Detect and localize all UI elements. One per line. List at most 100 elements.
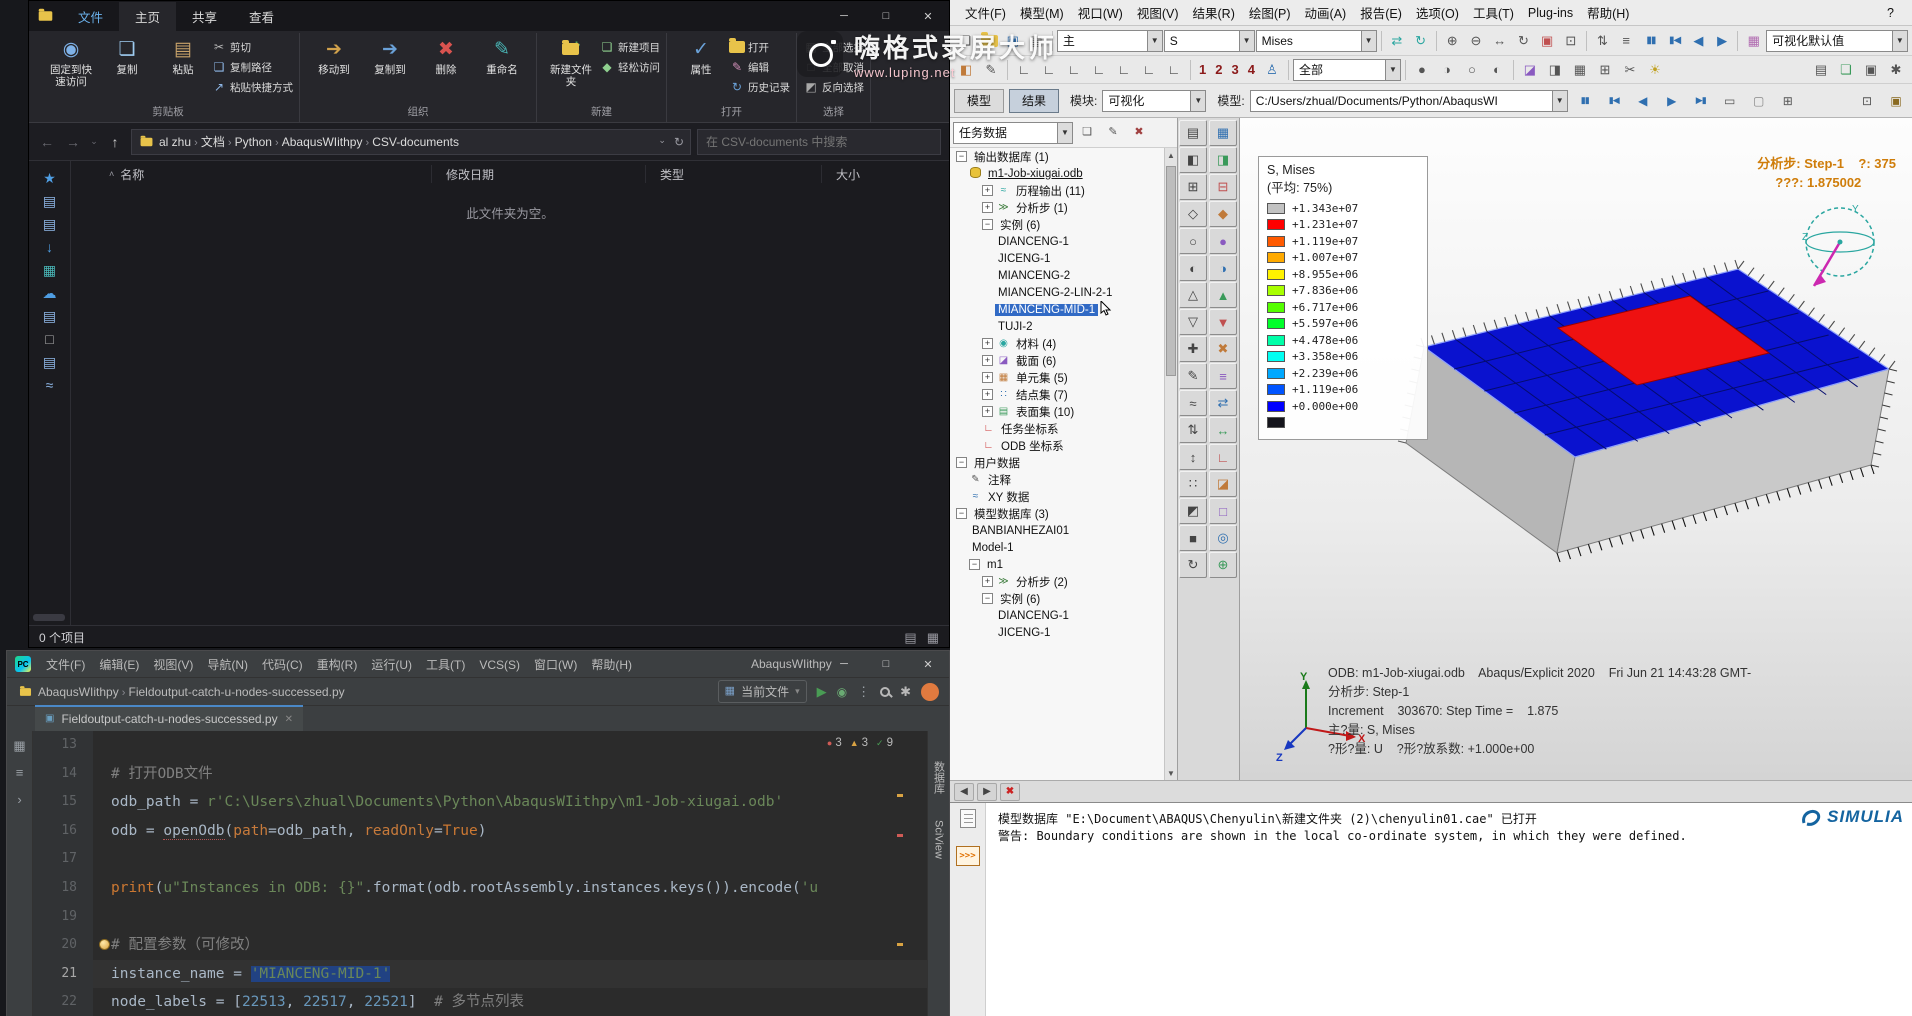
message-log[interactable]: 模型数据库 "E:\Document\ABAQUS\Chenyulin\新建文件… (986, 803, 1912, 1016)
ribbon-button-删除[interactable]: ✖ 删除 (418, 33, 474, 77)
menu-绘图(P)[interactable]: 绘图(P) (1242, 3, 1298, 22)
tree-item[interactable]: m1-Job-xiugai.odb (950, 165, 1177, 182)
tree-filter-combo[interactable]: 任务数据 ▼ (953, 121, 1073, 144)
tile-icon[interactable]: ▦ (1568, 59, 1592, 81)
viewport-icon[interactable]: ⊞ (1776, 90, 1800, 112)
menu-文件(F)[interactable]: 文件(F) (958, 3, 1013, 22)
menu-动画(A)[interactable]: 动画(A) (1298, 3, 1354, 22)
menu-窗口(W)[interactable]: 窗口(W) (527, 658, 584, 672)
toolbox-button-23[interactable]: ⇅ (1179, 417, 1207, 443)
sort-icon[interactable]: ⇅ (1591, 30, 1614, 52)
toolbox-button-4[interactable]: ◨ (1209, 147, 1237, 173)
menu-模型(M)[interactable]: 模型(M) (1013, 3, 1071, 22)
document-icon[interactable]: ▤ (43, 194, 56, 208)
maximize-button[interactable]: □ (865, 649, 907, 679)
camera-icon[interactable]: ▢ (1747, 90, 1771, 112)
collapse-icon[interactable]: − (982, 219, 993, 230)
menu-导航(N)[interactable]: 导航(N) (200, 658, 255, 672)
up-icon[interactable]: ↑ (105, 134, 125, 150)
ribbon-button-新建文件夹[interactable]: ✚ 新建文件夹 (543, 33, 599, 88)
view-compass[interactable]: Y Z (1790, 190, 1886, 313)
tree-item[interactable]: ∟ 任务坐标系 (950, 420, 1177, 437)
toolbox-button-26[interactable]: ∟ (1209, 444, 1237, 470)
first-frame-icon[interactable]: ▮◀ (1663, 30, 1686, 52)
refresh-icon[interactable]: ↻ (1409, 30, 1432, 52)
expand-tool-icon[interactable]: › (17, 793, 21, 806)
toolbox-button-25[interactable]: ↕ (1179, 444, 1207, 470)
ribbon-tab-共享[interactable]: 共享 (176, 2, 233, 31)
toolbox-button-10[interactable]: ● (1209, 228, 1237, 254)
expand-icon[interactable]: + (982, 406, 993, 417)
combo-S[interactable]: S ▼ (1163, 29, 1255, 52)
tree-item[interactable]: + ≫ 分析步 (2) (950, 573, 1177, 590)
breadcrumb-segment[interactable]: al zhu (159, 135, 191, 149)
menu-VCS(S)[interactable]: VCS(S) (472, 658, 527, 672)
ribbon-button-复制[interactable]: ❏ 复制 (99, 33, 155, 77)
tree-item[interactable]: DIANCENG-1 (950, 607, 1177, 624)
view-bottom-icon[interactable]: ∟ (1087, 59, 1111, 81)
menu-帮助(H)[interactable]: 帮助(H) (1580, 3, 1636, 22)
prompt-forward-icon[interactable]: ▶ (977, 782, 997, 801)
view-iso-icon[interactable]: ∟ (1162, 59, 1186, 81)
ribbon-button-打开[interactable]: 打开 (729, 37, 790, 57)
code-editor[interactable]: ● 3 ▲ 3 ✓ 9 13 14 # 打开ODB文件 15 odb_path = r'C:\Us… (33, 731, 927, 1016)
menu-视图(V)[interactable]: 视图(V) (1130, 3, 1186, 22)
light-icon[interactable]: ☀ (1643, 59, 1667, 81)
pause-icon[interactable]: ▮▮ (1640, 30, 1663, 52)
search-input[interactable] (697, 128, 941, 155)
ribbon-button-固定到快速访问[interactable]: ◉ 固定到快速访问 (43, 33, 99, 89)
sync-icon[interactable]: ⇄ (1386, 30, 1409, 52)
pause-icon[interactable]: ▮▮ (1573, 90, 1597, 112)
menu-帮助(H)[interactable]: 帮助(H) (584, 658, 639, 672)
menu-文件(F)[interactable]: 文件(F) (39, 658, 92, 672)
module-combo[interactable]: 可视化 ▼ (1102, 89, 1207, 112)
maximize-button[interactable]: □ (865, 1, 907, 31)
collapse-icon[interactable]: − (956, 508, 967, 519)
combo-可视化默认值[interactable]: 可视化默认值 ▼ (1766, 29, 1908, 52)
breadcrumb-segment[interactable]: Python (235, 135, 272, 149)
create-icon[interactable]: ❏ (1075, 122, 1099, 144)
tree-item[interactable]: + ≈ 历程输出 (11) (950, 182, 1177, 199)
tree-scrollbar[interactable]: ▲ ▼ (1164, 148, 1177, 780)
toolbox-button-29[interactable]: ◩ (1179, 498, 1207, 524)
menu-编辑(E)[interactable]: 编辑(E) (92, 658, 146, 672)
ribbon-button-粘贴快捷方式[interactable]: ↗ 粘贴快捷方式 (211, 77, 293, 97)
ribbon-tab-查看[interactable]: 查看 (233, 2, 290, 31)
combo-全部[interactable]: 全部 ▼ (1292, 58, 1401, 81)
ribbon-button-移动到[interactable]: ➔ 移动到 (306, 33, 362, 77)
play-icon[interactable]: ▶ (1660, 90, 1684, 112)
toolbox-button-11[interactable]: ◐ (1179, 255, 1207, 281)
ribbon-button-重命名[interactable]: ✎ 重命名 (474, 33, 530, 77)
ribbon-button-编辑[interactable]: ✎ 编辑 (729, 57, 790, 77)
tree-item[interactable]: Model-1 (950, 539, 1177, 556)
format-icon[interactable]: ▤ (1809, 59, 1833, 81)
breadcrumb-segment[interactable]: 文档 (201, 135, 225, 149)
tree-item[interactable]: ≈ XY 数据 (950, 488, 1177, 505)
viewport-number-2[interactable]: 2 (1211, 62, 1226, 77)
tree-item[interactable]: BANBIANHEZAI01 (950, 522, 1177, 539)
menu-选项(O)[interactable]: 选项(O) (1409, 3, 1466, 22)
toolbox-button-31[interactable]: ■ (1179, 525, 1207, 551)
tree-item[interactable]: − m1 (950, 556, 1177, 573)
toolbox-button-3[interactable]: ◧ (1179, 147, 1207, 173)
help-icon[interactable]: ? (1877, 6, 1904, 20)
breadcrumb-segment[interactable]: AbaqusWIithpy (38, 685, 119, 699)
toolbox-button-27[interactable]: ∷ (1179, 471, 1207, 497)
toolbox-button-34[interactable]: ⊕ (1209, 552, 1237, 578)
viewport-number-1[interactable]: 1 (1195, 62, 1210, 77)
history-dropdown-icon[interactable]: ⌄ (89, 136, 99, 147)
translucent-icon[interactable]: ◐ (1485, 59, 1509, 81)
close-button[interactable]: ✕ (907, 1, 949, 31)
view-left-icon[interactable]: ∟ (1112, 59, 1136, 81)
wireframe-icon[interactable]: ○ (1460, 59, 1484, 81)
close-button[interactable]: ✕ (907, 649, 949, 679)
cli-icon[interactable]: >>> (955, 846, 980, 866)
ribbon-button-历史记录[interactable]: ↻ 历史记录 (729, 77, 790, 97)
toolbox-button-22[interactable]: ⇄ (1209, 390, 1237, 416)
zoom-in-icon[interactable]: ⊕ (1441, 30, 1464, 52)
first-frame-icon[interactable]: ▮◀ (1602, 90, 1626, 112)
tree-item[interactable]: − 实例 (6) (950, 216, 1177, 233)
cloud-icon[interactable]: ☁ (43, 286, 57, 300)
expand-icon[interactable]: + (982, 185, 993, 196)
ribbon-button-复制到[interactable]: ➔ 复制到 (362, 33, 418, 77)
